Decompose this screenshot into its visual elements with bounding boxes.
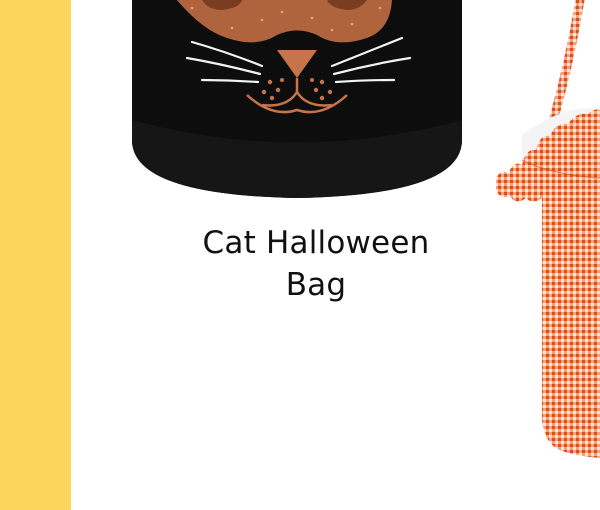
product-title[interactable]: Cat Halloween Bag (131, 222, 501, 306)
product-carousel: Cat Halloween Bag (0, 0, 600, 510)
product-card-cat-halloween-bag[interactable]: Cat Halloween Bag (71, 0, 491, 510)
product-title-line-1: Cat Halloween (202, 225, 430, 261)
yellow-accent-panel (0, 0, 71, 510)
gingham-halloween-bag-image[interactable] (492, 0, 600, 460)
product-title-line-2: Bag (285, 267, 347, 303)
cat-halloween-bag-image[interactable] (122, 0, 472, 200)
